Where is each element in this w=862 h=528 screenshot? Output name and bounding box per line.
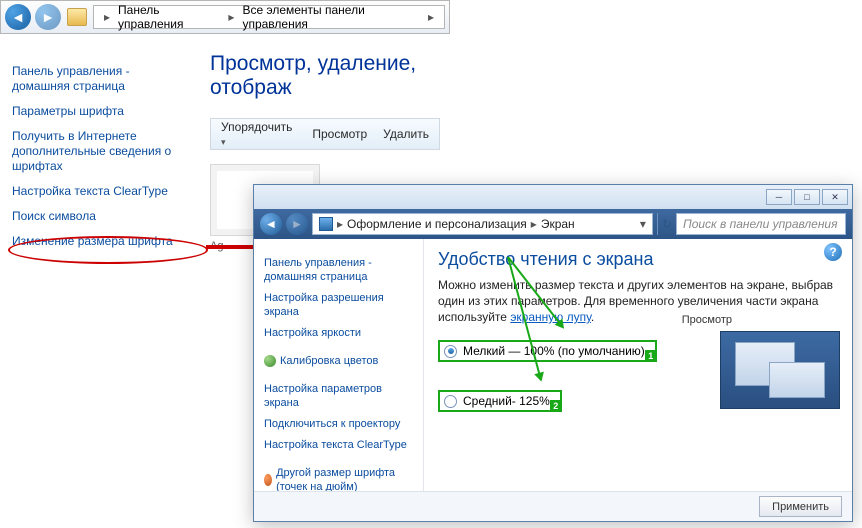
chevron-right-icon: ▸ [337,217,343,231]
wside-resolution[interactable]: Настройка разрешения экрана [264,291,413,319]
display-settings-window: ─ □ ✕ ◄ ► ▸ Оформление и персонализация … [253,184,853,522]
search-placeholder: Поиск в панели управления [683,217,838,231]
display-icon [319,217,333,231]
desc-text-end: . [591,310,594,324]
window-main: Удобство чтения с экрана Можно изменить … [424,239,852,491]
breadcrumb[interactable]: ▸ Оформление и персонализация ▸ Экран ▾ [312,213,653,235]
wside-calibration[interactable]: Калибровка цветов [280,354,378,368]
folder-icon [67,8,87,26]
preview-label: Просмотр [682,314,732,326]
sidebar-item-home[interactable]: Панель управления - домашняя страница [12,64,188,94]
sidebar-item-cleartype[interactable]: Настройка текста ClearType [12,184,188,199]
page-title: Просмотр, удаление, отображ [210,52,440,100]
back-button[interactable]: ◄ [260,213,282,235]
shield-icon [264,474,272,486]
toolbar-delete[interactable]: Удалить [383,127,429,141]
toolbar: Упорядочить Просмотр Удалить [210,118,440,150]
desc-text: Можно изменить размер текста и других эл… [438,278,833,324]
separator [657,213,658,235]
toolbar-organize[interactable]: Упорядочить [221,120,296,148]
maximize-button[interactable]: □ [794,189,820,205]
back-button[interactable]: ◄ [5,4,31,30]
toolbar-view[interactable]: Просмотр [312,127,367,141]
option-small[interactable]: Мелкий — 100% (по умолчанию) 1 [438,340,657,362]
annotation-badge-2: 2 [550,400,562,412]
chevron-right-icon: ▸ [224,10,238,24]
close-button[interactable]: ✕ [822,189,848,205]
shield-icon [264,355,276,367]
breadcrumb-1[interactable]: Панель управления [114,3,224,31]
minimize-button[interactable]: ─ [766,189,792,205]
section-description: Можно изменить размер текста и других эл… [438,278,838,326]
breadcrumb[interactable]: ▸ Панель управления ▸ Все элементы панел… [93,5,445,29]
apply-button[interactable]: Применить [759,496,842,517]
option-label: Средний- 125% [463,394,550,408]
breadcrumb-bar: ◄ ► ▸ Панель управления ▸ Все элементы п… [0,0,450,34]
preview-thumbnail [720,331,840,409]
sidebar: Панель управления - домашняя страница Па… [0,34,200,279]
window-footer: Применить [254,491,852,521]
window-navbar: ◄ ► ▸ Оформление и персонализация ▸ Экра… [254,209,852,239]
section-title: Удобство чтения с экрана [438,249,838,270]
wside-cleartype[interactable]: Настройка текста ClearType [264,438,413,452]
option-label: Мелкий — 100% (по умолчанию) [463,344,645,358]
annotation-badge-1: 1 [645,350,657,362]
sidebar-item-find-symbol[interactable]: Поиск символа [12,209,188,224]
sidebar-item-font-size[interactable]: Изменение размера шрифта [12,234,188,249]
chevron-right-icon: ▸ [100,10,114,24]
window-titlebar[interactable]: ─ □ ✕ [254,185,852,209]
breadcrumb-2[interactable]: Все элементы панели управления [238,3,424,31]
sidebar-item-font-params[interactable]: Параметры шрифта [12,104,188,119]
window-sidebar: Панель управления - домашняя страница На… [254,239,424,491]
forward-button[interactable]: ► [286,213,308,235]
breadcrumb-1[interactable]: Оформление и персонализация [347,217,527,231]
wside-brightness[interactable]: Настройка яркости [264,326,413,340]
sidebar-item-online-fonts[interactable]: Получить в Интернете дополнительные свед… [12,129,188,174]
preview-window-icon [769,362,825,398]
chevron-right-icon: ▸ [531,217,537,231]
search-input[interactable]: Поиск в панели управления [676,213,846,235]
option-medium[interactable]: Средний- 125% 2 [438,390,562,412]
wside-projector[interactable]: Подключиться к проектору [264,417,413,431]
forward-button[interactable]: ► [35,4,61,30]
wside-home[interactable]: Панель управления - домашняя страница [264,256,413,284]
radio-icon[interactable] [444,395,457,408]
refresh-icon[interactable]: ↻ [662,217,672,231]
chevron-right-icon: ▸ [424,10,438,24]
wside-display-params[interactable]: Настройка параметров экрана [264,382,413,410]
radio-selected-icon[interactable] [444,345,457,358]
breadcrumb-2[interactable]: Экран [541,217,575,231]
wside-dpi[interactable]: Другой размер шрифта (точек на дюйм) [276,466,413,491]
